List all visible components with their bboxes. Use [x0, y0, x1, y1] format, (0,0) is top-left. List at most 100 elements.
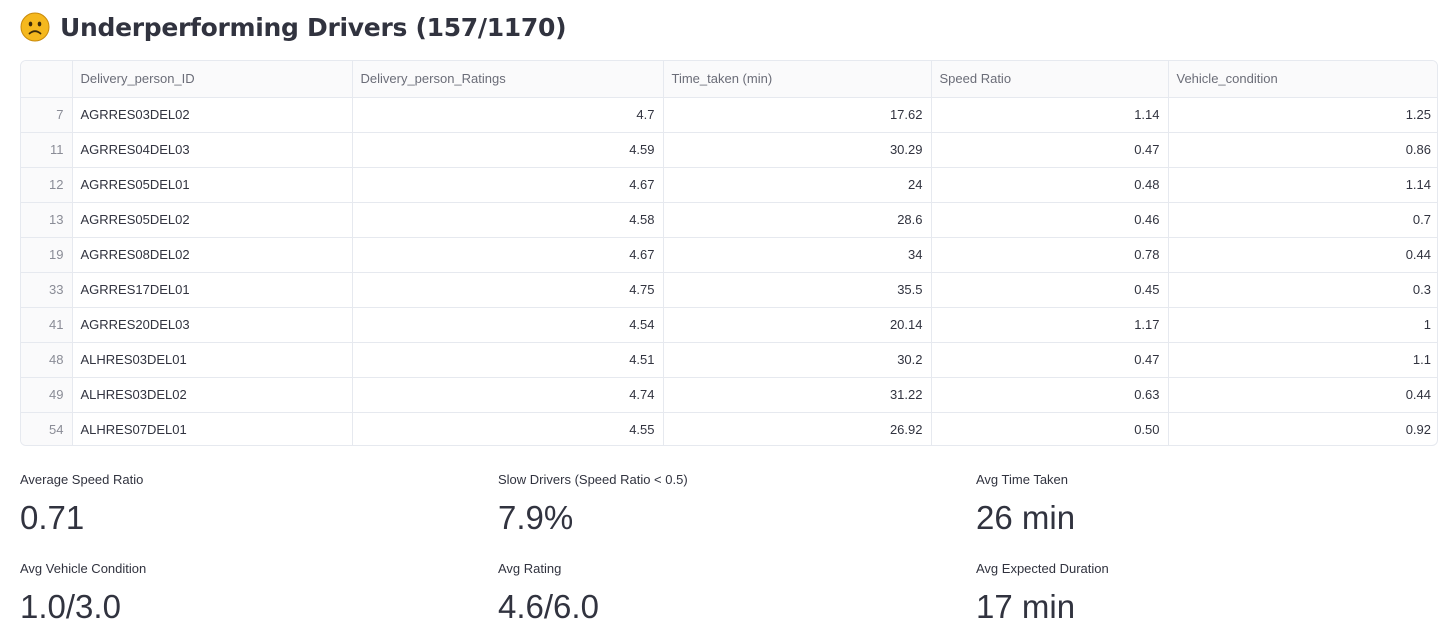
cell-time-taken[interactable]: 20.14 [663, 307, 932, 343]
cell-rating[interactable]: 4.59 [352, 132, 664, 168]
cell-vehicle-condition[interactable]: 0.44 [1168, 237, 1437, 273]
metric-label: Avg Time Taken [976, 472, 1069, 487]
cell-rating[interactable]: 4.55 [352, 412, 664, 445]
cell-speed-ratio[interactable]: 1.17 [931, 307, 1169, 343]
metric-label: Avg Rating [498, 561, 562, 576]
row-index: 54 [21, 412, 73, 445]
page-title: Underperforming Drivers (157/1170) [20, 6, 567, 48]
cell-time-taken[interactable]: 28.6 [663, 202, 932, 238]
column-header-time-taken[interactable]: Time_taken (min) [663, 61, 932, 98]
table-row[interactable]: 13 AGRRES05DEL02 4.58 28.6 0.46 0.7 [21, 202, 1437, 238]
cell-time-taken[interactable]: 35.5 [663, 272, 932, 308]
metric-avg-vehicle-condition: Avg Vehicle Condition 1.0/3.0 [20, 559, 460, 627]
cell-rating[interactable]: 4.51 [352, 342, 664, 378]
cell-rating[interactable]: 4.54 [352, 307, 664, 343]
cell-vehicle-condition[interactable]: 0.92 [1168, 412, 1437, 445]
row-index: 11 [21, 132, 73, 168]
table-row[interactable]: 12 AGRRES05DEL01 4.67 24 0.48 1.14 [21, 167, 1437, 203]
row-index: 41 [21, 307, 73, 343]
cell-delivery-person-id[interactable]: AGRRES20DEL03 [72, 307, 353, 343]
cell-delivery-person-id[interactable]: ALHRES03DEL01 [72, 342, 353, 378]
table-row[interactable]: 7 AGRRES03DEL02 4.7 17.62 1.14 1.25 [21, 97, 1437, 133]
cell-vehicle-condition[interactable]: 0.86 [1168, 132, 1437, 168]
cell-vehicle-condition[interactable]: 0.44 [1168, 377, 1437, 413]
slightly-frowning-face-icon [20, 12, 50, 42]
metric-value: 0.71 [20, 499, 85, 536]
cell-vehicle-condition[interactable]: 1.1 [1168, 342, 1437, 378]
cell-speed-ratio[interactable]: 0.46 [931, 202, 1169, 238]
cell-speed-ratio[interactable]: 0.47 [931, 342, 1169, 378]
table-row[interactable]: 11 AGRRES04DEL03 4.59 30.29 0.47 0.86 [21, 132, 1437, 168]
metric-label: Avg Vehicle Condition [20, 561, 147, 576]
page-title-text: Underperforming Drivers (157/1170) [60, 12, 567, 42]
metric-avg-rating: Avg Rating 4.6/6.0 [498, 559, 938, 627]
table-row[interactable]: 33 AGRRES17DEL01 4.75 35.5 0.45 0.3 [21, 272, 1437, 308]
metric-label: Average Speed Ratio [20, 472, 144, 487]
column-header-speed-ratio[interactable]: Speed Ratio [931, 61, 1169, 98]
metric-avg-time-taken: Avg Time Taken 26 min [976, 470, 1416, 538]
cell-vehicle-condition[interactable]: 1.25 [1168, 97, 1437, 133]
row-index: 13 [21, 202, 73, 238]
cell-delivery-person-id[interactable]: ALHRES03DEL02 [72, 377, 353, 413]
metric-value: 4.6/6.0 [498, 588, 599, 625]
column-header-ratings[interactable]: Delivery_person_Ratings [352, 61, 664, 98]
table-row[interactable]: 19 AGRRES08DEL02 4.67 34 0.78 0.44 [21, 237, 1437, 273]
cell-delivery-person-id[interactable]: AGRRES03DEL02 [72, 97, 353, 133]
index-column-header [21, 61, 73, 98]
cell-time-taken[interactable]: 31.22 [663, 377, 932, 413]
cell-time-taken[interactable]: 17.62 [663, 97, 932, 133]
row-index: 12 [21, 167, 73, 203]
cell-time-taken[interactable]: 26.92 [663, 412, 932, 445]
table-row[interactable]: 54 ALHRES07DEL01 4.55 26.92 0.50 0.92 [21, 412, 1437, 445]
cell-delivery-person-id[interactable]: AGRRES08DEL02 [72, 237, 353, 273]
metric-value: 17 min [976, 588, 1076, 625]
drivers-table[interactable]: Delivery_person_ID Delivery_person_Ratin… [20, 60, 1438, 446]
metric-value: 7.9% [498, 499, 574, 536]
column-header-vehicle-condition[interactable]: Vehicle_condition [1168, 61, 1437, 98]
cell-speed-ratio[interactable]: 0.48 [931, 167, 1169, 203]
column-header-delivery-person-id[interactable]: Delivery_person_ID [72, 61, 353, 98]
table-row[interactable]: 41 AGRRES20DEL03 4.54 20.14 1.17 1 [21, 307, 1437, 343]
cell-rating[interactable]: 4.67 [352, 237, 664, 273]
cell-speed-ratio[interactable]: 0.78 [931, 237, 1169, 273]
row-index: 48 [21, 342, 73, 378]
table-body: 7 AGRRES03DEL02 4.7 17.62 1.14 1.25 11 AGRRES04… [21, 97, 1437, 445]
row-index: 19 [21, 237, 73, 273]
cell-vehicle-condition[interactable]: 1.14 [1168, 167, 1437, 203]
cell-delivery-person-id[interactable]: ALHRES07DEL01 [72, 412, 353, 445]
metric-avg-expected-duration: Avg Expected Duration 17 min [976, 559, 1416, 627]
metric-slow-drivers: Slow Drivers (Speed Ratio < 0.5) 7.9% [498, 470, 938, 538]
cell-speed-ratio[interactable]: 1.14 [931, 97, 1169, 133]
cell-rating[interactable]: 4.67 [352, 167, 664, 203]
cell-delivery-person-id[interactable]: AGRRES05DEL02 [72, 202, 353, 238]
cell-rating[interactable]: 4.58 [352, 202, 664, 238]
row-index: 49 [21, 377, 73, 413]
cell-rating[interactable]: 4.74 [352, 377, 664, 413]
metric-label: Avg Expected Duration [976, 561, 1109, 576]
cell-rating[interactable]: 4.75 [352, 272, 664, 308]
cell-time-taken[interactable]: 30.2 [663, 342, 932, 378]
cell-speed-ratio[interactable]: 0.45 [931, 272, 1169, 308]
cell-speed-ratio[interactable]: 0.47 [931, 132, 1169, 168]
cell-speed-ratio[interactable]: 0.50 [931, 412, 1169, 445]
cell-time-taken[interactable]: 34 [663, 237, 932, 273]
table-header-row: Delivery_person_ID Delivery_person_Ratin… [21, 61, 1437, 98]
cell-delivery-person-id[interactable]: AGRRES05DEL01 [72, 167, 353, 203]
cell-rating[interactable]: 4.7 [352, 97, 664, 133]
cell-vehicle-condition[interactable]: 0.3 [1168, 272, 1437, 308]
cell-delivery-person-id[interactable]: AGRRES17DEL01 [72, 272, 353, 308]
row-index: 7 [21, 97, 73, 133]
cell-vehicle-condition[interactable]: 0.7 [1168, 202, 1437, 238]
cell-time-taken[interactable]: 24 [663, 167, 932, 203]
cell-speed-ratio[interactable]: 0.63 [931, 377, 1169, 413]
table-row[interactable]: 48 ALHRES03DEL01 4.51 30.2 0.47 1.1 [21, 342, 1437, 378]
cell-time-taken[interactable]: 30.29 [663, 132, 932, 168]
table-row[interactable]: 49 ALHRES03DEL02 4.74 31.22 0.63 0.44 [21, 377, 1437, 413]
metric-value: 26 min [976, 499, 1076, 536]
metric-value: 1.0/3.0 [20, 588, 121, 625]
metric-average-speed-ratio: Average Speed Ratio 0.71 [20, 470, 460, 538]
cell-delivery-person-id[interactable]: AGRRES04DEL03 [72, 132, 353, 168]
row-index: 33 [21, 272, 73, 308]
cell-vehicle-condition[interactable]: 1 [1168, 307, 1437, 343]
page: Underperforming Drivers (157/1170) Deliv… [0, 0, 1455, 642]
